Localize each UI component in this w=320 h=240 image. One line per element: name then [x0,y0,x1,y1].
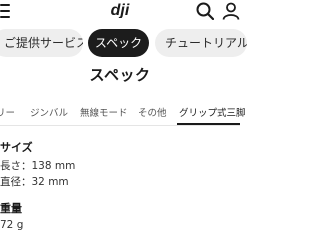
tab-tutorials[interactable]: チュートリアル動 [155,29,247,57]
subtab-wireless-mode[interactable]: 無線モード [80,105,128,119]
user-icon[interactable] [222,2,240,20]
subtab-grip-tripod[interactable]: グリップ式三脚 [179,105,246,119]
tab-label: スペック [94,36,143,50]
spec-diameter: 直径：32 mm [0,176,69,188]
tab-label: チュートリアル動 [165,36,247,50]
section-weight-title: 重量 [0,202,22,215]
subtab-gimbal[interactable]: ジンバル [30,105,68,119]
spec-weight: 72 g [0,219,24,231]
section-size-title: サイズ [0,141,33,154]
spec-category-tabs: リー ジンバル 無線モード その他 グリップ式三脚 [0,100,246,126]
subtab-other[interactable]: その他 [138,105,167,119]
search-icon[interactable] [196,2,214,20]
tab-specs[interactable]: スペック [88,29,149,57]
spec-length: 長さ：138 mm [0,160,76,172]
tab-label: ご提供サービス [4,36,83,50]
active-tab-indicator [177,123,240,125]
nav-tabs: ご提供サービス スペック チュートリアル動 [0,29,247,57]
subtab-battery[interactable]: リー [0,105,15,119]
svg-text:dji: dji [111,2,130,18]
tab-services[interactable]: ご提供サービス [0,29,83,57]
dji-logo[interactable]: dji [103,2,137,18]
page-title: スペック [89,66,151,84]
top-bar: dji [0,0,240,24]
menu-icon[interactable] [0,4,10,18]
